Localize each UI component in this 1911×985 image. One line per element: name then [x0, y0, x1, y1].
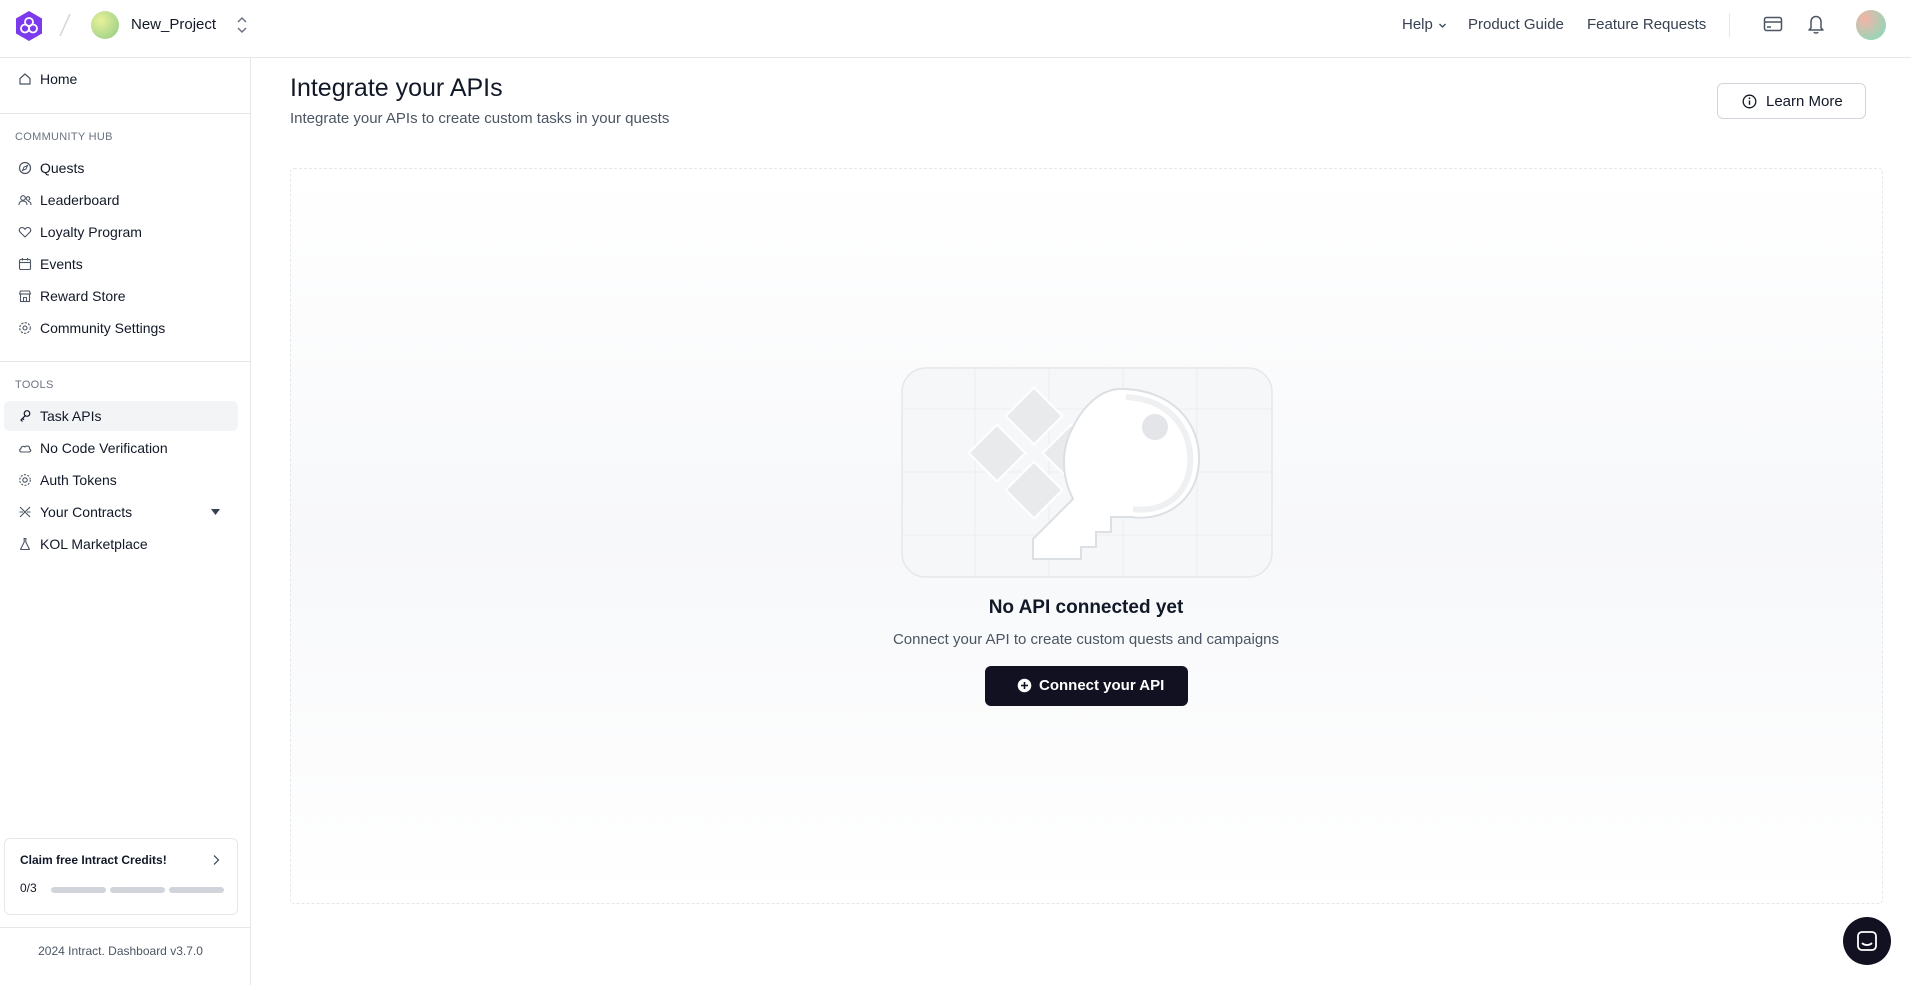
sidebar-item-no-code-verification[interactable]: No Code Verification [4, 433, 238, 463]
sidebar-item-label: Events [40, 256, 83, 272]
sidebar-item-label: No Code Verification [40, 440, 168, 456]
sidebar-item-reward-store[interactable]: Reward Store [4, 281, 238, 311]
sidebar: Home COMMUNITY HUB Quests Leaderboard Lo… [0, 58, 251, 985]
heart-icon [18, 226, 32, 238]
contracts-icon [19, 506, 31, 518]
compass-icon [18, 161, 32, 175]
info-icon [1742, 94, 1757, 109]
section-label-community-hub: COMMUNITY HUB [15, 131, 113, 143]
sidebar-item-label: Home [40, 71, 78, 87]
key-illustration-icon [901, 367, 1273, 578]
home-icon [19, 73, 31, 85]
sidebar-item-kol-marketplace[interactable]: KOL Marketplace [4, 529, 238, 559]
project-name[interactable]: New_Project [131, 16, 216, 33]
page-subtitle: Integrate your APIs to create custom tas… [290, 110, 670, 127]
help-menu[interactable]: Help [1402, 16, 1433, 33]
users-icon [18, 195, 32, 206]
top-bar: New_Project Help Product Guide Feature R… [0, 0, 1911, 58]
learn-more-label: Learn More [1766, 93, 1843, 110]
credits-progress-segment [51, 887, 106, 893]
section-label-tools: TOOLS [15, 379, 54, 391]
sidebar-item-community-settings[interactable]: Community Settings [4, 313, 238, 343]
cloud-icon [19, 445, 32, 453]
sidebar-footer: 2024 Intract. Dashboard v3.7.0 [38, 944, 203, 958]
sidebar-item-label: Quests [40, 160, 85, 176]
sidebar-item-leaderboard[interactable]: Leaderboard [4, 185, 238, 215]
token-gear-icon [19, 474, 31, 486]
sidebar-item-label: Your Contracts [40, 504, 133, 520]
sidebar-item-label: Task APIs [40, 408, 102, 424]
chat-support-button[interactable] [1843, 917, 1891, 965]
user-avatar[interactable] [1856, 10, 1886, 40]
chevron-up-down-icon[interactable] [235, 15, 249, 35]
credits-title: Claim free Intract Credits! [20, 853, 167, 867]
sidebar-item-label: KOL Marketplace [40, 536, 148, 552]
calendar-icon [18, 258, 32, 271]
store-icon [18, 290, 32, 303]
sidebar-item-label: Reward Store [40, 288, 126, 304]
feature-requests-link[interactable]: Feature Requests [1587, 16, 1706, 33]
sidebar-item-auth-tokens[interactable]: Auth Tokens [4, 465, 238, 495]
page-title: Integrate your APIs [290, 74, 503, 102]
connect-api-label: Connect your API [1039, 677, 1165, 694]
caret-down-icon[interactable] [210, 508, 221, 516]
chevron-down-icon[interactable] [1438, 21, 1447, 30]
sidebar-item-your-contracts[interactable]: Your Contracts [4, 497, 238, 527]
project-avatar[interactable] [91, 11, 119, 39]
sidebar-divider [0, 361, 250, 362]
credit-card-icon[interactable] [1763, 15, 1783, 33]
bell-icon[interactable] [1806, 13, 1826, 35]
credits-count: 0/3 [20, 881, 37, 895]
breadcrumb-separator-icon [59, 13, 71, 37]
empty-state-title: No API connected yet [988, 597, 1184, 618]
sidebar-divider [0, 113, 250, 114]
gear-icon [19, 322, 31, 334]
sidebar-item-label: Leaderboard [40, 192, 120, 208]
sidebar-footer-divider [0, 927, 250, 928]
sidebar-item-quests[interactable]: Quests [4, 153, 238, 183]
credits-progress-segment [110, 887, 165, 893]
sidebar-item-label: Loyalty Program [40, 224, 142, 240]
sidebar-item-loyalty-program[interactable]: Loyalty Program [4, 217, 238, 247]
sidebar-item-task-apis[interactable]: Task APIs [4, 401, 238, 431]
connect-api-button[interactable]: Connect your API [985, 666, 1188, 706]
product-guide-link[interactable]: Product Guide [1468, 16, 1564, 33]
key-icon [20, 410, 31, 422]
learn-more-button[interactable]: Learn More [1717, 83, 1866, 119]
header-divider [1729, 13, 1730, 37]
chevron-right-icon[interactable] [211, 854, 221, 866]
chat-icon [1857, 931, 1877, 951]
empty-state-subtitle: Connect your API to create custom quests… [892, 631, 1280, 648]
plus-circle-icon [1017, 678, 1032, 693]
flask-icon [19, 537, 31, 551]
sidebar-item-label: Community Settings [40, 320, 166, 336]
intract-logo-icon[interactable] [14, 10, 44, 42]
credits-progress-segment [169, 887, 224, 893]
sidebar-item-events[interactable]: Events [4, 249, 238, 279]
sidebar-item-home[interactable]: Home [4, 64, 238, 94]
claim-credits-card[interactable]: Claim free Intract Credits! 0/3 [4, 838, 238, 915]
sidebar-item-label: Auth Tokens [40, 472, 117, 488]
